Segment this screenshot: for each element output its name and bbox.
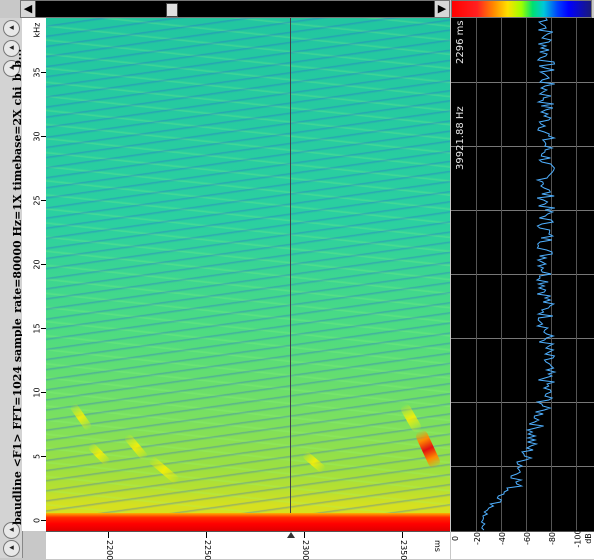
time-scrollbar[interactable]: ◀ ▶ bbox=[20, 0, 450, 18]
scroll-right-arrow-icon[interactable]: ▶ bbox=[434, 1, 449, 17]
left-tool-button-5[interactable]: ◂ bbox=[3, 540, 20, 557]
spectrum-trace bbox=[480, 18, 557, 531]
call-streak bbox=[399, 402, 423, 434]
db-unit-label: dB bbox=[583, 533, 593, 544]
time-label-2250: 2250 bbox=[203, 540, 212, 560]
freq-label-35: 35 bbox=[32, 67, 42, 78]
freq-label-25: 25 bbox=[32, 195, 42, 206]
db-label-100: -100 bbox=[573, 529, 583, 548]
time-label-2350: 2350 bbox=[399, 540, 408, 560]
freq-label-15: 15 bbox=[32, 323, 42, 334]
db-label-0: 0 bbox=[451, 535, 461, 542]
time-readout: 2296 ms bbox=[455, 20, 466, 64]
time-tick bbox=[304, 532, 305, 538]
time-cursor-marker-icon[interactable] bbox=[287, 532, 295, 538]
scrollbar-thumb[interactable] bbox=[166, 3, 178, 17]
freq-unit-label: kHz bbox=[32, 22, 42, 38]
frequency-axis: kHz 35 30 25 20 15 10 5 0 bbox=[22, 18, 47, 531]
spectrum-panel[interactable]: 2296 ms 39921.88 Hz bbox=[451, 18, 594, 531]
time-tick bbox=[206, 532, 207, 538]
call-streak bbox=[147, 455, 181, 485]
low-frequency-band bbox=[46, 513, 450, 531]
time-axis: 2200 2250 2300 2350 ms bbox=[46, 531, 450, 560]
color-scale-bar[interactable] bbox=[451, 0, 592, 18]
left-control-strip: ◂ ◂ ◂ ◂ ◂ baudline <F1> FFT=1024 sample_… bbox=[0, 18, 24, 558]
time-tick bbox=[108, 532, 109, 538]
freq-label-20: 20 bbox=[32, 259, 42, 270]
time-unit-label: ms bbox=[433, 540, 442, 552]
scroll-left-arrow-icon[interactable]: ◀ bbox=[21, 1, 36, 17]
time-tick bbox=[402, 532, 403, 538]
call-streak bbox=[69, 402, 93, 432]
call-streak bbox=[301, 450, 327, 474]
db-label-80: -80 bbox=[548, 531, 558, 546]
frequency-readout: 39921.88 Hz bbox=[455, 106, 466, 170]
db-label-20: -20 bbox=[473, 531, 483, 546]
time-label-2200: 2200 bbox=[105, 540, 114, 560]
call-streak bbox=[123, 432, 149, 462]
call-streak bbox=[86, 441, 112, 467]
left-tool-button-1[interactable]: ◂ bbox=[3, 20, 20, 37]
call-streak-strong bbox=[414, 428, 442, 470]
time-label-2300: 2300 bbox=[301, 540, 310, 560]
db-label-60: -60 bbox=[523, 531, 533, 546]
freq-label-0: 0 bbox=[32, 517, 42, 524]
db-axis: 0 -20 -40 -60 -80 -100 dB bbox=[451, 529, 594, 559]
time-cursor-line[interactable] bbox=[290, 18, 291, 531]
freq-label-5: 5 bbox=[32, 453, 42, 460]
spectrogram-display[interactable] bbox=[46, 18, 450, 531]
db-label-40: -40 bbox=[498, 531, 508, 546]
freq-label-10: 10 bbox=[32, 387, 42, 398]
freq-label-30: 30 bbox=[32, 131, 42, 142]
